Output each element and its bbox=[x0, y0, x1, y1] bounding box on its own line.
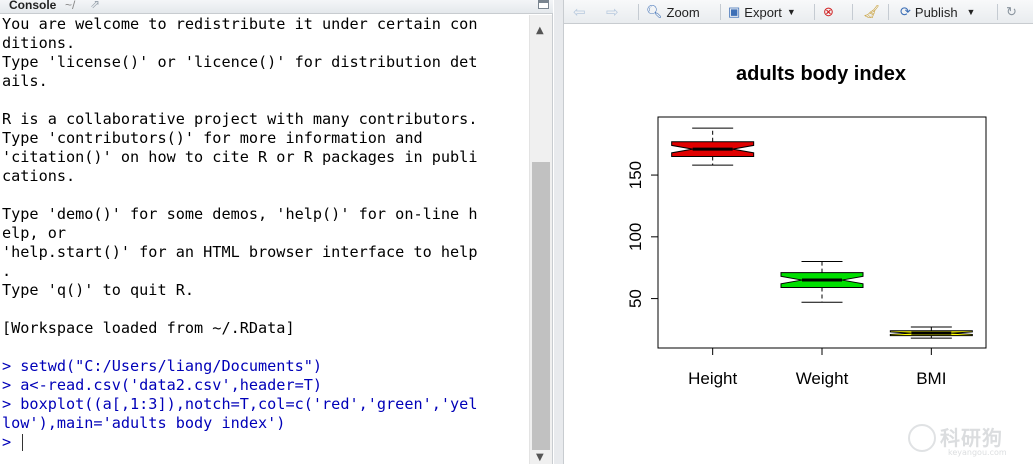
go-to-directory-icon[interactable]: ⇗ bbox=[90, 0, 100, 11]
y-axis-tick-label: 100 bbox=[626, 223, 645, 251]
magnifier-icon: 🔍︎ bbox=[646, 4, 663, 19]
dropdown-caret-icon: ▼ bbox=[786, 7, 796, 17]
scrollbar-thumb[interactable] bbox=[532, 162, 550, 450]
broom-icon: 🧹︎ bbox=[863, 4, 880, 19]
watermark-name: 科研狗 bbox=[940, 426, 1003, 450]
console-command-line: low'),main='adults body index') bbox=[2, 414, 286, 432]
maximize-pane-icon[interactable] bbox=[538, 0, 549, 9]
boxplot-chart: adults body index 50 100 150 Height Weight BMI bbox=[626, 63, 987, 388]
console-output-line: Type 'license()' or 'licence()' for dist… bbox=[2, 53, 478, 71]
console-pane: Console ~/ ⇗ You are welcome to redistri… bbox=[0, 0, 553, 464]
pane-splitter[interactable] bbox=[554, 0, 563, 464]
publish-menu-button[interactable]: ⟳ Publish ▼ bbox=[900, 3, 979, 21]
export-image-icon: ▣ bbox=[728, 4, 741, 19]
dropdown-caret-icon: ▼ bbox=[966, 7, 976, 17]
text-cursor bbox=[22, 434, 23, 451]
console-output-line: ditions. bbox=[2, 34, 76, 52]
console-output-line: 'help.start()' for an HTML browser inter… bbox=[2, 243, 478, 261]
scroll-up-arrow-icon[interactable]: ▲ bbox=[536, 25, 544, 36]
export-menu-button[interactable]: ▣ Export ▼ bbox=[728, 3, 800, 21]
console-output-line: ails. bbox=[2, 72, 48, 90]
zoom-label: Zoom bbox=[666, 4, 700, 20]
console-working-directory: ~/ bbox=[65, 0, 76, 12]
console-output-line: Type 'q()' to quit R. bbox=[2, 281, 195, 299]
next-plot-button[interactable]: ⇨ bbox=[606, 3, 619, 21]
chart-title: adults body index bbox=[736, 63, 906, 85]
remove-plot-icon: ⊗ bbox=[823, 4, 834, 19]
console-prompt[interactable]: > bbox=[2, 433, 11, 452]
export-label: Export bbox=[744, 4, 782, 20]
console-output-line: 'citation()' on how to cite R or R packa… bbox=[2, 148, 478, 166]
y-axis-tick-label: 50 bbox=[626, 289, 645, 308]
toolbar-divider bbox=[852, 4, 853, 20]
x-axis-tick-label: Height bbox=[688, 369, 737, 388]
console-output-line: . bbox=[2, 262, 12, 280]
console-output-line: R is a collaborative project with many c… bbox=[2, 110, 478, 128]
refresh-icon: ↻ bbox=[1006, 4, 1017, 19]
scroll-down-arrow-icon[interactable]: ▼ bbox=[536, 452, 544, 463]
toolbar-divider bbox=[720, 4, 721, 20]
console-output[interactable]: You are welcome to redistribute it under… bbox=[0, 15, 528, 464]
console-scrollbar[interactable]: ▲ ▼ bbox=[529, 15, 552, 464]
arrow-right-icon: ⇨ bbox=[606, 4, 619, 21]
plot-area: adults body index 50 100 150 Height Weight BMI… bbox=[564, 25, 1033, 464]
console-command-line: > boxplot((a[,1:3]),notch=T,col=c('red',… bbox=[2, 395, 478, 413]
console-header: Console ~/ ⇗ bbox=[0, 0, 553, 14]
console-title: Console bbox=[9, 0, 57, 12]
x-axis-tick-label: Weight bbox=[796, 369, 849, 388]
y-axis-tick-label: 150 bbox=[626, 161, 645, 189]
arrow-left-icon: ⇦ bbox=[573, 4, 586, 21]
toolbar-divider bbox=[997, 4, 998, 20]
clear-all-plots-button[interactable]: 🧹︎ bbox=[863, 3, 884, 21]
plots-pane: ⇦ ⇨ 🔍︎ Zoom ▣ Export ▼ ⊗ 🧹︎ ⟳ Publish ▼ … bbox=[563, 0, 1033, 464]
zoom-button[interactable]: 🔍︎ Zoom bbox=[646, 3, 700, 21]
watermark-logo-icon bbox=[908, 424, 936, 452]
previous-plot-button[interactable]: ⇦ bbox=[573, 3, 586, 21]
console-command-line: > setwd("C:/Users/liang/Documents") bbox=[2, 357, 323, 375]
console-output-line: cations. bbox=[2, 167, 76, 185]
console-output-line: You are welcome to redistribute it under… bbox=[2, 15, 478, 33]
console-output-line: Type 'demo()' for some demos, 'help()' f… bbox=[2, 205, 478, 223]
console-command-line: > a<-read.csv('data2.csv',header=T) bbox=[2, 376, 323, 394]
toolbar-divider bbox=[888, 4, 889, 20]
toolbar-divider bbox=[638, 4, 639, 20]
console-output-line: Type 'contributors()' for more informati… bbox=[2, 129, 423, 147]
publish-icon: ⟳ bbox=[900, 4, 911, 19]
watermark-url: keyangou.com bbox=[948, 448, 1007, 457]
console-output-line: elp, or bbox=[2, 224, 67, 242]
remove-plot-button[interactable]: ⊗ bbox=[823, 3, 838, 21]
plots-toolbar: ⇦ ⇨ 🔍︎ Zoom ▣ Export ▼ ⊗ 🧹︎ ⟳ Publish ▼ … bbox=[564, 0, 1033, 24]
toolbar-divider bbox=[814, 4, 815, 20]
publish-label: Publish bbox=[914, 4, 958, 20]
refresh-plot-button[interactable]: ↻ bbox=[1006, 3, 1021, 21]
x-axis-tick-label: BMI bbox=[916, 369, 946, 388]
console-output-line: [Workspace loaded from ~/.RData] bbox=[2, 319, 295, 337]
watermark: 科研狗 keyangou.com bbox=[908, 420, 1028, 460]
